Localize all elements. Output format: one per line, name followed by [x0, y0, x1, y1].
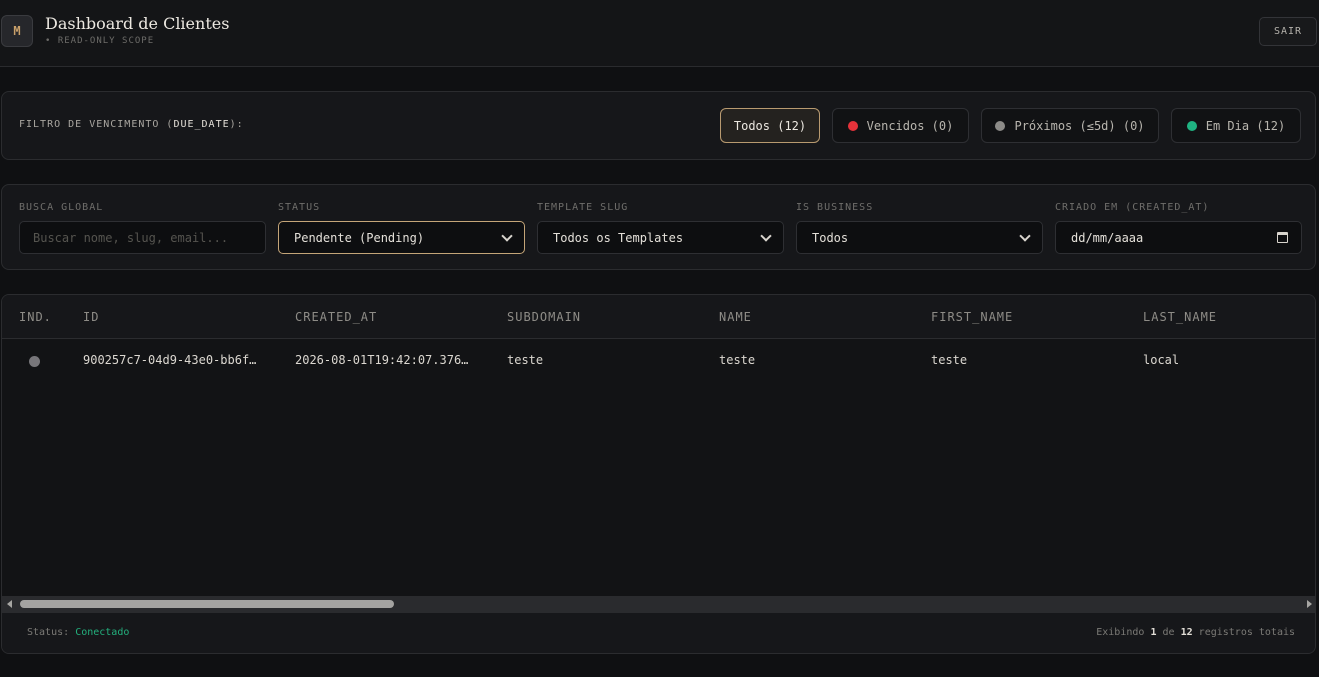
record-count: Exibindo 1 de 12 registros totais — [1096, 627, 1295, 638]
chevron-down-icon — [760, 229, 772, 242]
cell-first-name: teste — [931, 353, 968, 367]
column-header-first-name[interactable]: FIRST_NAME — [931, 310, 1013, 324]
search-label: BUSCA GLOBAL — [19, 202, 104, 213]
column-header-id[interactable]: ID — [83, 310, 99, 324]
filter-ontime-label: Em Dia (12) — [1205, 118, 1286, 133]
filter-ontime-button[interactable]: Em Dia (12) — [1171, 108, 1301, 143]
page-title: Dashboard de Clientes — [45, 14, 230, 33]
app-header: M Dashboard de Clientes • READ-ONLY SCOP… — [0, 0, 1319, 67]
business-select-value: Todos — [812, 230, 849, 245]
business-group: IS BUSINESS Todos — [796, 202, 1043, 254]
horizontal-scrollbar[interactable] — [2, 596, 1315, 613]
search-input[interactable]: Buscar nome, slug, email... — [19, 221, 266, 254]
logout-button[interactable]: SAIR — [1259, 17, 1317, 46]
scroll-right-icon[interactable] — [1307, 600, 1312, 608]
cell-name: teste — [719, 353, 756, 367]
business-label: IS BUSINESS — [796, 202, 874, 213]
status-select[interactable]: Pendente (Pending) — [278, 221, 525, 254]
green-dot-icon — [1186, 120, 1197, 131]
filter-overdue-label: Vencidos (0) — [866, 118, 954, 133]
connection-status: Status: Conectado — [27, 627, 130, 638]
status-value: Conectado — [75, 627, 130, 638]
chevron-down-icon — [501, 229, 513, 242]
due-filter-label: FILTRO DE VENCIMENTO (DUE_DATE): — [19, 119, 244, 130]
calendar-icon[interactable] — [1277, 232, 1288, 243]
cell-created-at: 2026-08-01T19:42:07.376… — [295, 353, 469, 367]
table-header: IND. ID CREATED_AT SUBDOMAIN NAME FIRST_… — [2, 295, 1315, 339]
due-date-filter-panel: FILTRO DE VENCIMENTO (DUE_DATE): Todos (… — [1, 91, 1316, 160]
status-indicator-icon — [29, 356, 40, 367]
created-group: CRIADO EM (CREATED_AT) dd/mm/aaaa — [1055, 202, 1302, 254]
cell-subdomain: teste — [507, 353, 544, 367]
scrollbar-thumb[interactable] — [20, 600, 394, 608]
search-group: BUSCA GLOBAL Buscar nome, slug, email... — [19, 202, 266, 254]
table-footer: Status: Conectado Exibindo 1 de 12 regis… — [2, 613, 1315, 653]
app-logo: M — [1, 15, 33, 47]
column-header-created-at[interactable]: CREATED_AT — [295, 310, 377, 324]
column-header-ind[interactable]: IND. — [19, 310, 52, 324]
template-group: TEMPLATE SLUG Todos os Templates — [537, 202, 784, 254]
filter-overdue-button[interactable]: Vencidos (0) — [832, 108, 969, 143]
template-select[interactable]: Todos os Templates — [537, 221, 784, 254]
business-select[interactable]: Todos — [796, 221, 1043, 254]
clients-table: IND. ID CREATED_AT SUBDOMAIN NAME FIRST_… — [1, 294, 1316, 654]
status-label: STATUS — [278, 202, 321, 213]
table-row[interactable]: 900257c7-04d9-43e0-bb6f… 2026-08-01T19:4… — [2, 339, 1315, 381]
chevron-down-icon — [1019, 229, 1031, 242]
created-label: CRIADO EM (CREATED_AT) — [1055, 202, 1210, 213]
column-header-subdomain[interactable]: SUBDOMAIN — [507, 310, 581, 324]
scope-subtitle: • READ-ONLY SCOPE — [45, 36, 155, 46]
filter-all-button[interactable]: Todos (12) — [720, 108, 820, 143]
template-select-value: Todos os Templates — [553, 230, 684, 245]
red-dot-icon — [847, 120, 858, 131]
filter-upcoming-button[interactable]: Próximos (≤5d) (0) — [981, 108, 1159, 143]
column-header-name[interactable]: NAME — [719, 310, 752, 324]
cell-last-name: local — [1143, 353, 1180, 367]
status-select-value: Pendente (Pending) — [294, 230, 425, 245]
created-date-input[interactable]: dd/mm/aaaa — [1055, 221, 1302, 254]
scroll-left-icon[interactable] — [7, 600, 12, 608]
table-body: 900257c7-04d9-43e0-bb6f… 2026-08-01T19:4… — [2, 339, 1315, 596]
filters-panel: BUSCA GLOBAL Buscar nome, slug, email...… — [1, 184, 1316, 270]
cell-id: 900257c7-04d9-43e0-bb6f… — [83, 353, 257, 367]
filter-upcoming-label: Próximos (≤5d) (0) — [1014, 118, 1145, 133]
gray-dot-icon — [995, 120, 1006, 131]
created-date-value: dd/mm/aaaa — [1071, 230, 1144, 245]
template-label: TEMPLATE SLUG — [537, 202, 629, 213]
status-group: STATUS Pendente (Pending) — [278, 202, 525, 254]
filter-all-label: Todos (12) — [733, 118, 807, 133]
column-header-last-name[interactable]: LAST_NAME — [1143, 310, 1217, 324]
